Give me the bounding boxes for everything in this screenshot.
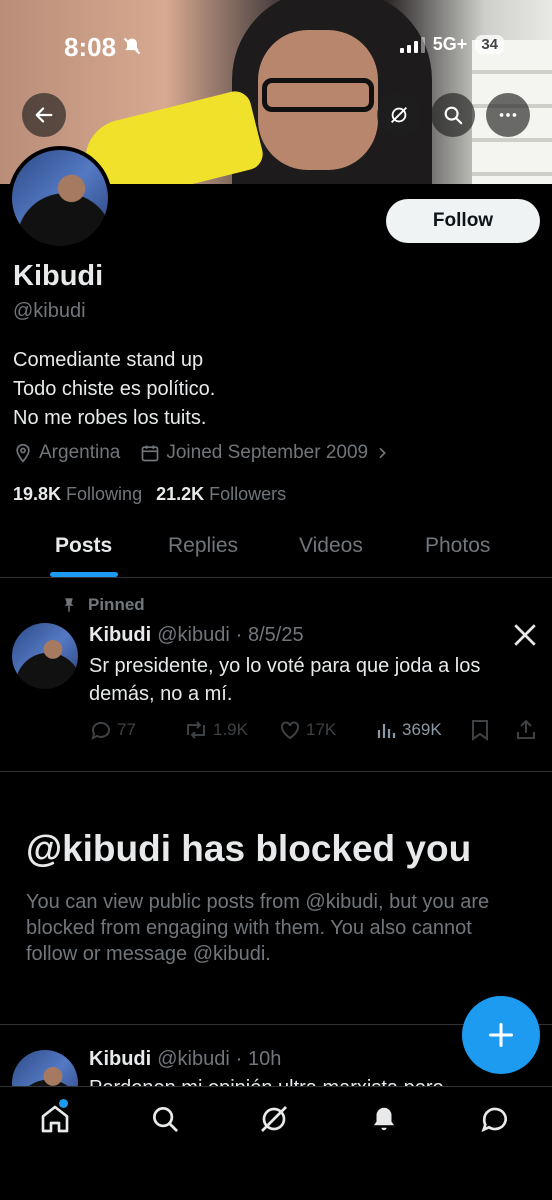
pinned-text: Pinned: [88, 595, 145, 614]
share-button[interactable]: [514, 718, 538, 742]
bell-slash-icon: [122, 32, 142, 63]
followers-count: 21.2K: [156, 484, 205, 504]
post-actions: 77 1.9K 17K 369K: [89, 718, 541, 746]
like-button[interactable]: 17K: [278, 718, 336, 742]
calendar-icon: [142, 445, 159, 462]
post-handle: @kibudi: [157, 1048, 230, 1070]
nav-search[interactable]: [147, 1101, 183, 1137]
location-item: Argentina: [13, 442, 120, 464]
grok-icon: [391, 107, 407, 123]
post-time: · 10h: [235, 1048, 282, 1070]
joined-item[interactable]: Joined September 2009: [140, 442, 390, 464]
views-icon: [377, 724, 396, 738]
home-icon: [41, 1105, 69, 1133]
bottom-nav: [0, 1086, 552, 1200]
post-date: · 8/5/25: [235, 624, 304, 646]
post-handle: @kibudi: [157, 624, 230, 646]
grok-button[interactable]: [377, 93, 421, 137]
location-text: Argentina: [39, 442, 121, 463]
profile-handle: @kibudi: [13, 300, 86, 322]
profile-name: Kibudi: [13, 260, 104, 292]
bookmark-icon: [472, 720, 488, 741]
bio-line: Comediante stand up: [13, 349, 204, 371]
search-button[interactable]: [431, 93, 475, 137]
x-logo-icon: [512, 622, 538, 653]
following-link[interactable]: 19.8K Following: [13, 484, 142, 505]
battery-icon: 34: [475, 35, 504, 54]
messages-icon: [481, 1107, 507, 1133]
divider: [0, 771, 552, 772]
grok-icon: [261, 1106, 287, 1132]
bookmark-button[interactable]: [469, 718, 491, 742]
back-arrow-icon: [35, 107, 53, 123]
repost-count: 1.9K: [213, 720, 248, 739]
banner-bottle: [76, 88, 267, 184]
following-count: 19.8K: [13, 484, 62, 504]
heart-icon: [281, 721, 299, 740]
post-header: Kibudi @kibudi · 10h: [89, 1048, 281, 1071]
network-label: 5G+: [432, 34, 468, 54]
profile-meta: Argentina Joined September 2009: [13, 442, 402, 464]
status-bar: 8:08 5G+ 34: [0, 0, 552, 90]
nav-messages[interactable]: [477, 1101, 513, 1137]
follow-counts: 19.8K Following 21.2K Followers: [13, 484, 286, 505]
status-right: 5G+ 34: [399, 34, 504, 55]
reply-button[interactable]: 77: [89, 718, 136, 742]
plus-icon: [488, 1022, 514, 1048]
bell-icon: [374, 1107, 394, 1131]
pin-icon: [64, 598, 74, 612]
tab-photos[interactable]: Photos: [425, 534, 490, 558]
location-pin-icon: [16, 443, 30, 463]
views-button[interactable]: 369K: [374, 718, 442, 742]
more-icon: [499, 113, 517, 117]
follow-button[interactable]: Follow: [386, 199, 540, 243]
views-count: 369K: [402, 720, 442, 739]
post-text[interactable]: Sr presidente, yo lo voté para que joda …: [89, 652, 539, 708]
blocked-title: @kibudi has blocked you: [26, 828, 472, 869]
search-icon: [444, 106, 463, 125]
home-notification-dot: [59, 1099, 68, 1108]
repost-icon: [187, 721, 205, 739]
share-icon: [517, 719, 535, 739]
profile-bio: Comediante stand up Todo chiste es polít…: [13, 346, 215, 433]
nav-notifications[interactable]: [366, 1101, 402, 1137]
tab-replies[interactable]: Replies: [168, 534, 238, 558]
reply-icon: [91, 721, 110, 740]
post-author[interactable]: Kibudi: [89, 1048, 151, 1071]
pinned-label: Pinned: [60, 595, 145, 615]
following-label: Following: [66, 484, 143, 504]
tab-posts[interactable]: Posts: [55, 534, 112, 558]
compose-button[interactable]: [462, 996, 540, 1074]
status-time: 8:08: [64, 32, 142, 63]
more-button[interactable]: [486, 93, 530, 137]
nav-grok[interactable]: [256, 1101, 292, 1137]
search-icon: [153, 1107, 178, 1132]
like-count: 17K: [306, 720, 337, 739]
chevron-right-icon: [379, 447, 386, 459]
nav-home[interactable]: [37, 1101, 73, 1137]
back-button[interactable]: [22, 93, 66, 137]
joined-text: Joined September 2009: [166, 442, 369, 463]
time-text: 8:08: [64, 32, 117, 62]
tab-videos[interactable]: Videos: [299, 534, 363, 558]
followers-link[interactable]: 21.2K Followers: [156, 484, 286, 505]
active-tab-indicator: [50, 572, 118, 577]
signal-icon: [399, 36, 425, 53]
blocked-text: You can view public posts from @kibudi, …: [26, 891, 490, 965]
bio-line: Todo chiste es político.: [13, 378, 216, 400]
post-author[interactable]: Kibudi: [89, 624, 151, 647]
reply-count: 77: [117, 720, 136, 739]
repost-button[interactable]: 1.9K: [183, 718, 248, 742]
profile-tabs: Posts Replies Videos Photos: [0, 528, 552, 578]
profile-avatar[interactable]: [8, 146, 112, 250]
bio-line: No me robes los tuits.: [13, 407, 207, 429]
post-header: Kibudi @kibudi · 8/5/25: [89, 624, 304, 647]
post-avatar[interactable]: [12, 623, 78, 689]
followers-label: Followers: [209, 484, 287, 504]
